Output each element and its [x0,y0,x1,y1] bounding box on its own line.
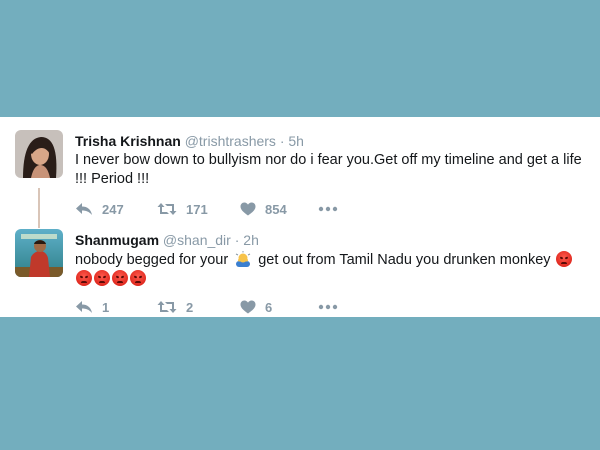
reply-count: 1 [102,299,110,315]
angry-face-icon [76,270,92,286]
reply-button[interactable]: 247 [75,199,124,219]
thread-connector-line [38,188,40,228]
like-count: 854 [265,201,287,217]
tweet-text: I never bow down to bullyism nor do i fe… [75,152,582,187]
angry-face-icon [94,270,110,286]
more-dots-icon [318,304,338,310]
author-handle[interactable]: @trishtrashers [185,133,276,149]
author-name[interactable]: Shanmugam [75,232,159,248]
like-count: 6 [265,299,273,315]
tweet-text: nobody begged for your get out from Tami… [75,250,590,289]
tweet-header: Shanmugam @shan_dir · 2h [75,231,259,249]
tweet-text-part-2: get out from Tamil Nadu you drunken monk… [258,252,551,268]
retweet-icon [157,300,177,314]
heart-icon [240,202,256,216]
retweet-count: 2 [186,299,194,315]
retweet-count: 171 [186,201,208,217]
more-button[interactable] [318,297,338,317]
retweet-button[interactable]: 171 [157,199,208,219]
reply-icon [75,202,93,216]
person-bowing-emoji-icon [234,250,252,268]
header-separator: · [279,133,285,149]
retweet-icon [157,202,177,216]
like-button[interactable]: 6 [240,297,272,317]
tweet-header: Trisha Krishnan @trishtrashers · 5h [75,132,304,150]
author-handle[interactable]: @shan_dir [163,232,231,248]
reply-icon [75,300,93,314]
tweet-text-part-1: nobody begged for your [75,252,229,268]
avatar-trisha[interactable] [15,130,63,178]
retweet-button[interactable]: 2 [157,297,193,317]
angry-face-icon [112,270,128,286]
more-dots-icon [318,206,338,212]
heart-icon [240,300,256,314]
tweet-timestamp[interactable]: 2h [243,232,259,248]
avatar-shanmugam[interactable] [15,229,63,277]
angry-face-icon [555,251,572,267]
tweet-thread-card: Trisha Krishnan @trishtrashers · 5h I ne… [0,117,600,317]
author-name[interactable]: Trisha Krishnan [75,133,181,149]
like-button[interactable]: 854 [240,199,287,219]
reply-button[interactable]: 1 [75,297,109,317]
more-button[interactable] [318,199,338,219]
header-separator: · [234,232,240,248]
reply-count: 247 [102,201,124,217]
angry-face-icon [130,270,146,286]
tweet-timestamp[interactable]: 5h [288,133,304,149]
